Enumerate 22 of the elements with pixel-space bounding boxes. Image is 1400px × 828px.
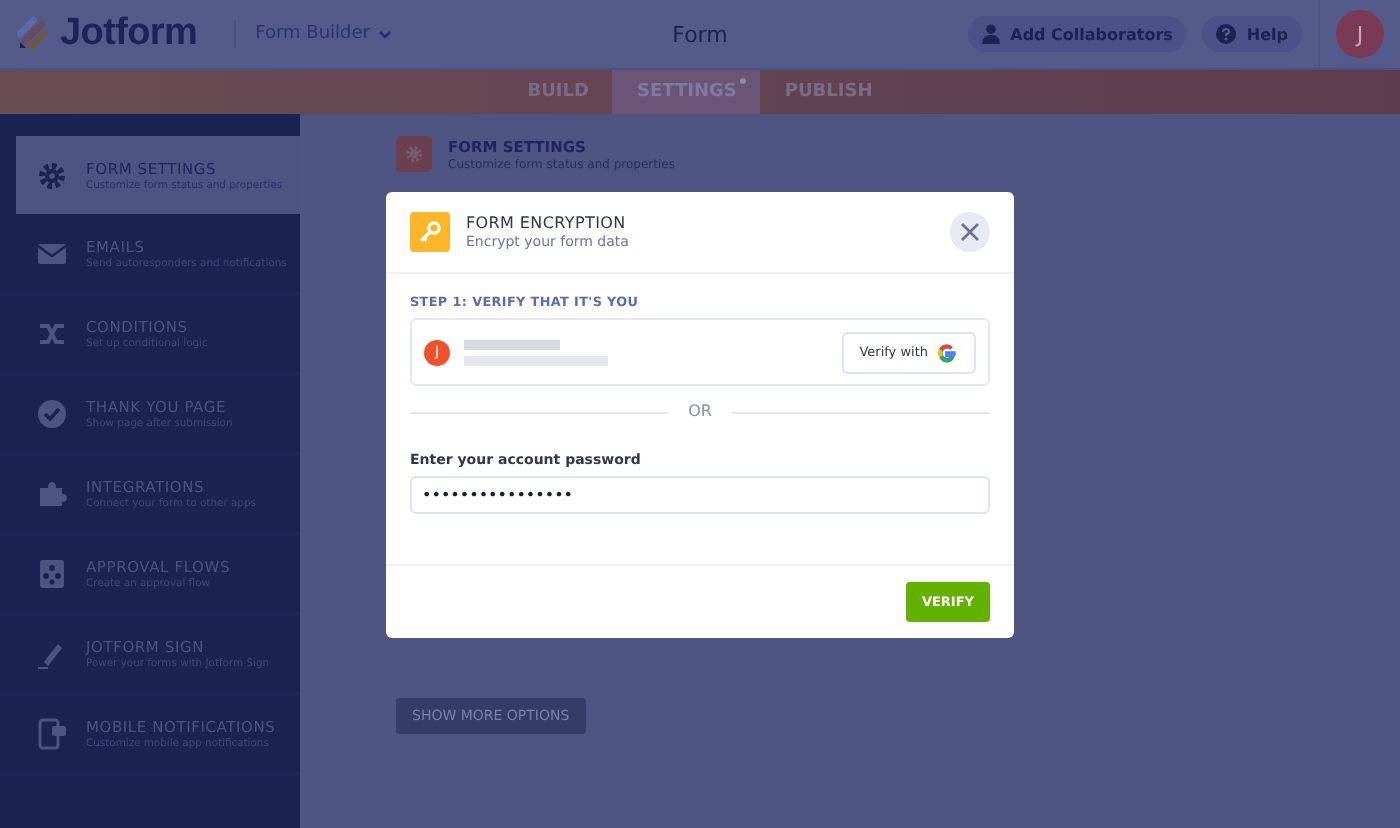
tab[interactable]: PUBLISH bbox=[760, 70, 897, 114]
tab[interactable]: BUILD bbox=[503, 70, 613, 114]
blurred-account-details bbox=[464, 339, 608, 365]
puzzle-icon bbox=[36, 477, 68, 509]
password-field[interactable]: •••••••••••••••• bbox=[410, 476, 990, 514]
gear-icon bbox=[36, 159, 68, 191]
check-circle-icon bbox=[36, 397, 68, 429]
key-icon bbox=[410, 212, 450, 252]
close-button[interactable] bbox=[950, 212, 990, 252]
person-icon bbox=[982, 24, 1001, 44]
dialog-title: FORM ENCRYPTION bbox=[466, 214, 628, 232]
gear-icon bbox=[396, 136, 432, 172]
logo-icon bbox=[16, 14, 52, 54]
user-avatar[interactable]: J bbox=[1336, 10, 1384, 58]
google-icon bbox=[936, 341, 958, 363]
phone-icon bbox=[36, 717, 68, 749]
form-title: Form bbox=[672, 22, 728, 48]
close-icon bbox=[960, 222, 980, 242]
flow-icon bbox=[36, 557, 68, 589]
help-icon bbox=[1216, 24, 1237, 44]
chevron-down-icon bbox=[378, 29, 392, 39]
or-divider-text: OR bbox=[668, 402, 732, 420]
